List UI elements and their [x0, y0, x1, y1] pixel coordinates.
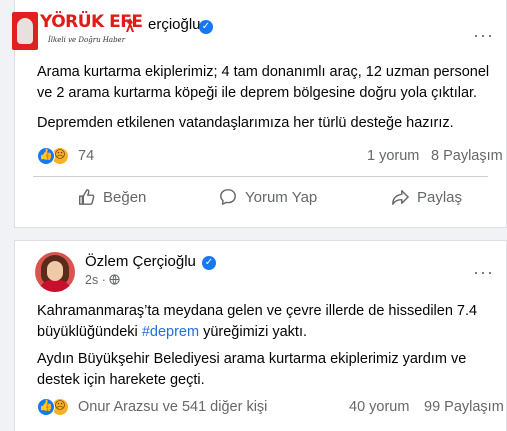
- yoruk-efe-logo: YÖRÜK EFE İlkeli ve Doğru Haber: [12, 8, 143, 52]
- post-time[interactable]: 2s: [85, 273, 98, 287]
- comment-icon: [220, 189, 236, 205]
- reactors-text[interactable]: Onur Arazsu ve 541 diğer kişi: [78, 399, 267, 415]
- post-text-paragraph-1: Kahramanmaraş’ta meydana gelen ve çevre …: [37, 303, 478, 340]
- share-icon: [392, 189, 409, 205]
- like-button[interactable]: Beğen: [77, 179, 146, 215]
- post-text-paragraph-2: Depremden etkilenen vatandaşlarımıza her…: [37, 115, 454, 131]
- verified-icon: ✓: [202, 256, 216, 270]
- logo-tagline: İlkeli ve Doğru Haber: [48, 36, 126, 44]
- logo-figure-icon: [126, 18, 134, 32]
- action-bar: Beğen Yorum Yap Paylaş: [15, 179, 506, 215]
- post-stats: 👍 ☹ Onur Arazsu ve 541 diğer kişi 40 yor…: [15, 395, 506, 419]
- like-button-label: Beğen: [103, 188, 147, 206]
- divider: [33, 176, 488, 177]
- share-count[interactable]: 99 Paylaşım: [424, 399, 504, 415]
- like-reaction-icon: 👍: [37, 147, 55, 165]
- comment-count[interactable]: 1 yorum: [367, 148, 419, 164]
- logo-portrait: [12, 12, 38, 50]
- post-card-2: Özlem Çerçioğlu ✓ 2s · ··· Kahramanmaraş…: [14, 240, 507, 431]
- thumbs-up-icon: [78, 189, 95, 205]
- more-options-icon[interactable]: ···: [473, 263, 494, 281]
- post-text-paragraph-1: Arama kurtarma ekiplerimiz; 4 tam donanı…: [37, 64, 490, 101]
- author-name[interactable]: Özlem Çerçioğlu: [85, 253, 196, 270]
- avatar[interactable]: [35, 252, 75, 292]
- comment-button-label: Yorum Yap: [245, 188, 318, 206]
- post-stats: 👍 ☹ 74 1 yorum 8 Paylaşım: [15, 144, 506, 168]
- share-count[interactable]: 8 Paylaşım: [431, 148, 503, 164]
- more-options-icon[interactable]: ···: [473, 26, 494, 44]
- comment-count[interactable]: 40 yorum: [349, 399, 409, 415]
- share-button[interactable]: Paylaş: [391, 179, 462, 215]
- globe-icon: [109, 274, 120, 285]
- post-text-paragraph-2: Aydın Büyükşehir Belediyesi arama kurtar…: [37, 351, 467, 388]
- author-name[interactable]: erçioğlu: [148, 16, 201, 33]
- hashtag-link[interactable]: #deprem: [142, 324, 199, 340]
- reaction-count[interactable]: 74: [78, 148, 94, 164]
- verified-icon: ✓: [199, 20, 213, 34]
- share-button-label: Paylaş: [417, 188, 463, 206]
- post-meta: 2s ·: [85, 273, 120, 287]
- comment-button[interactable]: Yorum Yap: [219, 179, 317, 215]
- like-reaction-icon: 👍: [37, 398, 55, 416]
